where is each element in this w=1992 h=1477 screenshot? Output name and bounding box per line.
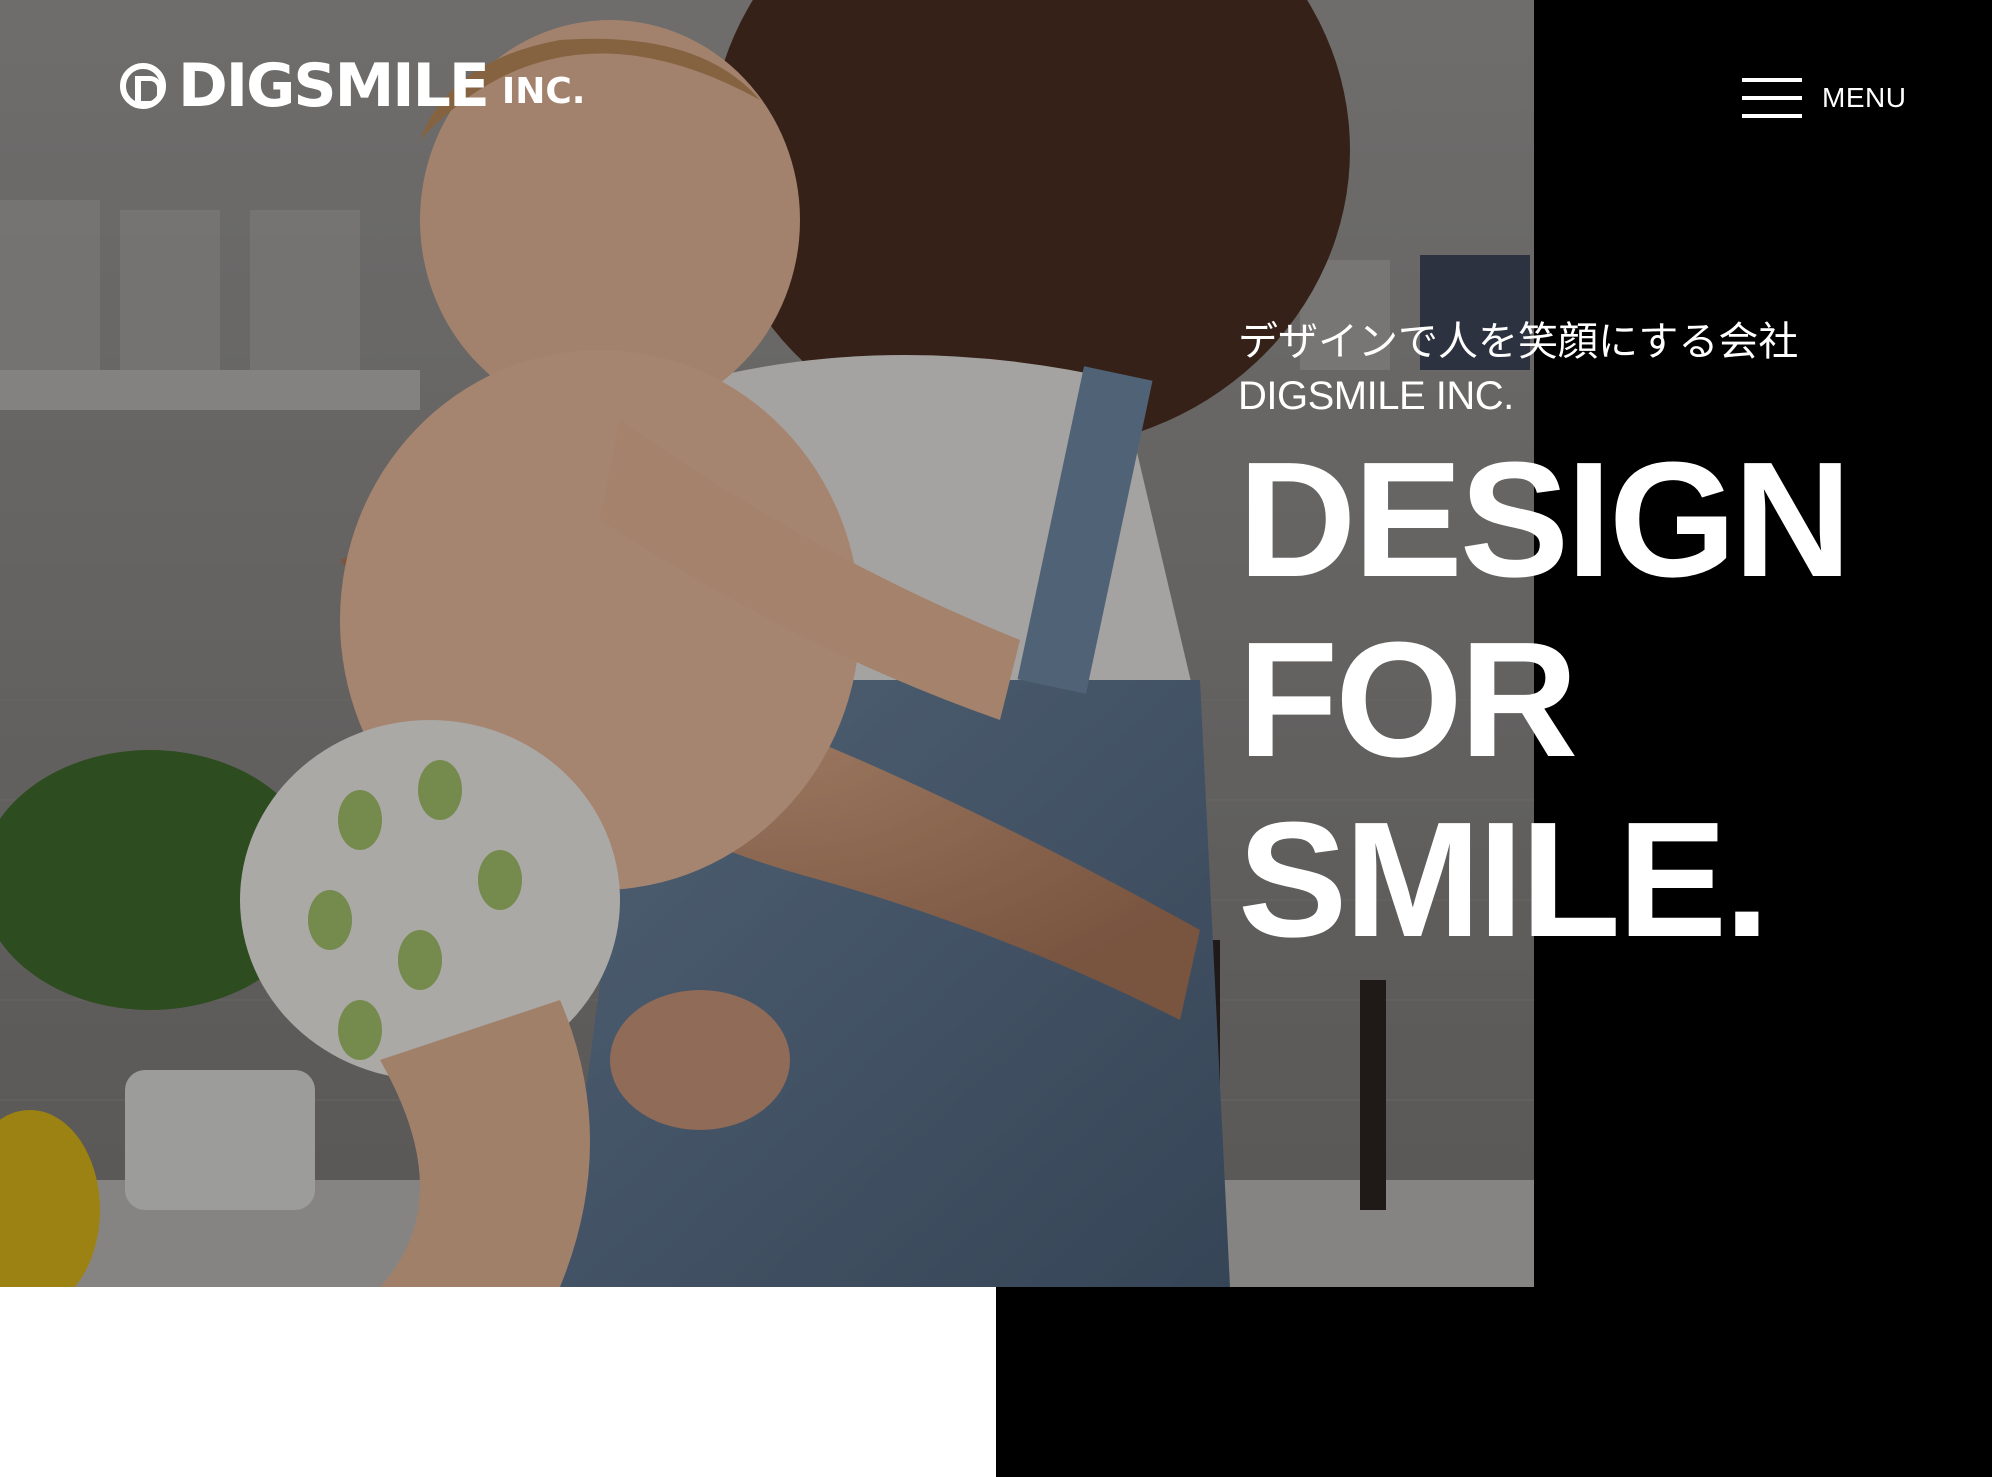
logo-mark-icon (120, 63, 166, 109)
logo-suffix: INC. (501, 71, 586, 112)
tagline-english: DIGSMILE INC. (1238, 374, 1514, 418)
tagline-japanese: デザインで人を笑顔にする会社 (1238, 319, 1799, 365)
site-logo[interactable]: DIGSMILE INC. (120, 56, 585, 116)
hamburger-icon (1742, 74, 1802, 122)
logo-name: DIGSMILE (178, 51, 490, 121)
menu-label: MENU (1822, 82, 1907, 113)
page: DIGSMILE INC. MENU デザインで人を笑顔にする会社 DIGSMI… (0, 0, 1992, 1477)
headline-line-1: DESIGN (1238, 428, 1852, 611)
headline-line-2: FOR (1238, 608, 1578, 791)
headline-line-3: SMILE. (1238, 788, 1770, 971)
lower-white-area (0, 1287, 996, 1477)
lower-dark-block (996, 1287, 1992, 1477)
menu-button[interactable]: MENU (1742, 74, 1906, 122)
hero-headline: DESIGN FOR SMILE. (1238, 428, 1852, 971)
hero-copy: デザインで人を笑顔にする会社 DIGSMILE INC. DESIGN FOR … (1238, 316, 1852, 971)
